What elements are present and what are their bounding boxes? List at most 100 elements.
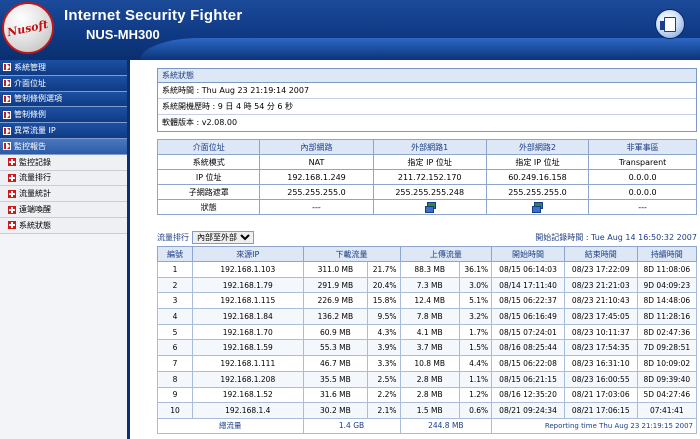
- interface-cell: 192.168.1.249: [259, 169, 374, 185]
- download-percent-cell: 3.3%: [367, 355, 401, 372]
- upload-amount-cell: 1.5 MB: [399, 402, 460, 419]
- table-row: 3 192.168.1.115 226.9 MB 15.8% 12.4 MB 5.1% 08…: [156, 292, 698, 310]
- model-name: NUS-MH300: [86, 27, 160, 42]
- download-percent-cell: 2.1%: [367, 402, 401, 419]
- interface-cell: 255.255.255.0: [485, 184, 590, 200]
- upload-percent-cell: 1.2%: [458, 386, 493, 404]
- upload-percent-cell: 3.0%: [458, 276, 493, 294]
- start-time-cell: 08/15 06:14:03: [491, 261, 565, 278]
- system-status-caption: 系統狀態: [158, 69, 696, 83]
- start-time-cell: 08/21 09:24:34: [491, 402, 565, 419]
- sidebar-subitem-traffic-ranking[interactable]: 流量排行: [0, 170, 127, 187]
- download-percent-cell: 15.8%: [367, 292, 401, 310]
- sidebar-item-system-admin[interactable]: 系統管理: [0, 60, 127, 76]
- interface-cell: Transparent: [588, 154, 697, 170]
- end-time-cell: 08/23 21:21:03: [563, 276, 638, 294]
- start-time-cell: 08/15 06:22:37: [491, 292, 565, 310]
- system-status-panel: 系統狀態 系統時間 : Thu Aug 23 21:19:14 2007 系統開…: [157, 68, 697, 132]
- interface-header: 介面位址: [156, 139, 261, 155]
- rank-cell: 2: [156, 276, 194, 294]
- sidebar-item-interface-address[interactable]: 介面位址: [0, 75, 127, 92]
- interface-cell: NAT: [259, 154, 374, 170]
- download-percent-cell: 2.2%: [367, 386, 401, 404]
- download-percent-cell: 4.3%: [367, 323, 401, 341]
- interface-table: 介面位址 內部網路 外部網路1 外部網路2 非軍事區 系統模式 NAT 指定 I…: [156, 139, 697, 215]
- download-amount-cell: 30.2 MB: [302, 402, 369, 419]
- start-time-cell: 08/14 17:11:40: [491, 276, 565, 294]
- rank-cell: 1: [156, 261, 194, 278]
- traffic-total-label: 總流量: [157, 417, 304, 434]
- table-row: 9 192.168.1.52 31.6 MB 2.2% 2.8 MB 1.2% 08/16 …: [156, 386, 698, 404]
- end-time-cell: 08/21 17:06:15: [563, 402, 638, 419]
- sidebar-subitem-wake-on-lan[interactable]: 遠端喚醒: [0, 202, 127, 218]
- interface-cell: 指定 IP 位址: [372, 154, 487, 170]
- upload-amount-cell: 2.8 MB: [399, 386, 460, 404]
- rank-cell: 7: [156, 355, 194, 372]
- arrow-icon: [3, 126, 11, 135]
- arrow-icon: [3, 63, 11, 72]
- source-ip-cell: 192.168.1.115: [192, 292, 304, 310]
- download-amount-cell: 35.5 MB: [302, 370, 369, 388]
- source-ip-cell: 192.168.1.4: [192, 402, 304, 419]
- sidebar-item-policy[interactable]: 管制條例: [0, 107, 127, 124]
- download-amount-cell: 31.6 MB: [302, 386, 369, 404]
- upload-amount-cell: 2.8 MB: [399, 370, 460, 388]
- rank-cell: 8: [156, 370, 194, 388]
- sidebar-item-policy-objects[interactable]: 管制條例選項: [0, 91, 127, 108]
- download-percent-cell: 21.7%: [367, 261, 401, 278]
- sidebar-subitem-monitor-log[interactable]: 監控記錄: [0, 154, 127, 171]
- start-time-cell: 08/15 06:22:08: [491, 355, 565, 372]
- download-amount-cell: 291.9 MB: [302, 276, 369, 294]
- download-amount-cell: 46.7 MB: [302, 355, 369, 372]
- firmware-version: 軟體版本 : v2.08.00: [162, 118, 238, 127]
- download-total: 1.4 GB: [302, 417, 401, 434]
- download-amount-cell: 311.0 MB: [302, 261, 369, 278]
- interface-cell: 60.249.16.158: [485, 169, 590, 185]
- sidebar-subitem-traffic-statistics[interactable]: 流量統計: [0, 186, 127, 203]
- plus-icon: [8, 189, 16, 198]
- upload-amount-cell: 12.4 MB: [399, 292, 460, 310]
- interface-header: 內部網路: [259, 139, 374, 155]
- interface-cell: 255.255.255.248: [372, 184, 487, 200]
- download-percent-cell: 3.9%: [367, 339, 401, 357]
- upload-percent-cell: 3.2%: [458, 308, 493, 325]
- download-amount-cell: 60.9 MB: [302, 323, 369, 341]
- duration-cell: 9D 04:09:23: [636, 276, 698, 294]
- start-time-cell: 08/15 06:16:49: [491, 308, 565, 325]
- duration-cell: 7D 09:28:51: [636, 339, 698, 357]
- rank-cell: 5: [156, 323, 194, 341]
- traffic-direction-select[interactable]: 內部至外部: [192, 230, 254, 244]
- upload-percent-cell: 5.1%: [458, 292, 493, 310]
- header-banner: Nusoft Internet Security Fighter NUS-MH3…: [0, 0, 700, 60]
- plus-icon: [8, 158, 16, 167]
- duration-cell: 8D 02:47:36: [636, 323, 698, 341]
- interface-cell: 0.0.0.0: [588, 169, 697, 185]
- traffic-header: 上傳流量: [399, 246, 493, 262]
- table-row: 6 192.168.1.59 55.3 MB 3.9% 3.7 MB 1.5% 08/16 …: [156, 339, 698, 357]
- sidebar-item-anomaly-ip[interactable]: 異常流量 IP: [0, 123, 127, 139]
- interface-header: 外部網路2: [485, 139, 590, 155]
- upload-percent-cell: 36.1%: [458, 261, 493, 278]
- end-time-cell: 08/23 16:00:55: [563, 370, 638, 388]
- table-row: 5 192.168.1.70 60.9 MB 4.3% 4.1 MB 1.7% 08/15 …: [156, 323, 698, 341]
- app-title: Internet Security Fighter: [64, 7, 243, 24]
- sidebar-subitem-system-status[interactable]: 系統狀態: [0, 217, 127, 234]
- download-amount-cell: 55.3 MB: [302, 339, 369, 357]
- sidebar: 系統管理 介面位址 管制條例選項 管制條例 異常流量 IP 監控報告 監控記錄 …: [0, 60, 130, 439]
- nusoft-logo: Nusoft: [2, 2, 54, 54]
- start-time-cell: 08/16 08:25:44: [491, 339, 565, 357]
- interface-row-label: 狀態: [156, 199, 261, 215]
- sidebar-item-monitor-report[interactable]: 監控報告: [0, 138, 127, 155]
- source-ip-cell: 192.168.1.52: [192, 386, 304, 404]
- rank-cell: 6: [156, 339, 194, 357]
- interface-cell: 0.0.0.0: [588, 184, 697, 200]
- upload-amount-cell: 4.1 MB: [399, 323, 460, 341]
- logout-button[interactable]: [655, 9, 685, 39]
- traffic-header: 持續時間: [636, 246, 698, 262]
- duration-cell: 5D 04:27:46: [636, 386, 698, 404]
- traffic-toolbar: 流量排行 內部至外部 開始記錄時間 : Tue Aug 14 16:50:32 …: [157, 229, 697, 245]
- duration-cell: 8D 09:39:40: [636, 370, 698, 388]
- door-icon: [660, 16, 676, 32]
- arrow-icon: [3, 94, 11, 103]
- rank-cell: 3: [156, 292, 194, 310]
